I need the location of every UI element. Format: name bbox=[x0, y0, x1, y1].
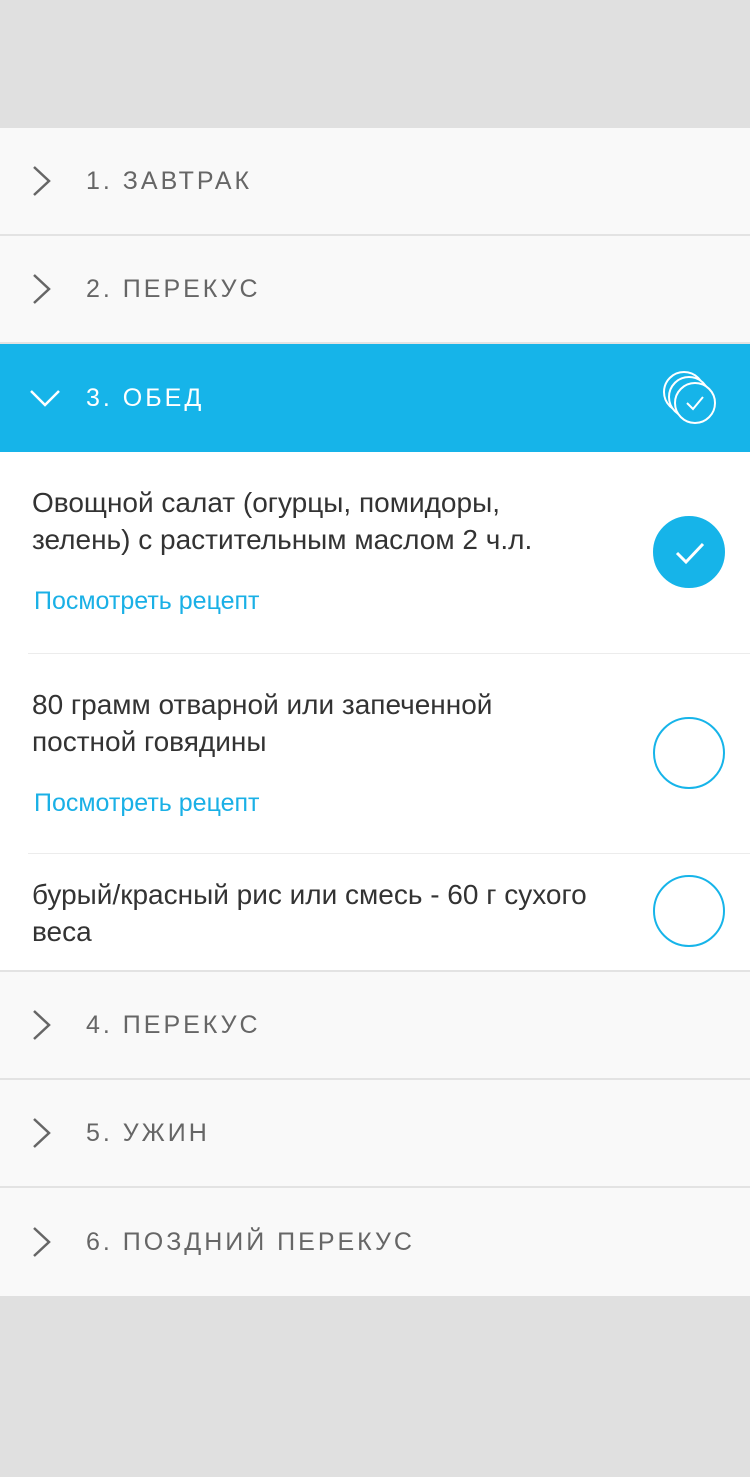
item-checkbox[interactable] bbox=[653, 516, 725, 588]
list-item: 80 грамм отварной или запеченной постной… bbox=[0, 654, 750, 854]
chevron-right-icon bbox=[33, 1227, 51, 1257]
item-checkbox[interactable] bbox=[653, 875, 725, 947]
section-lunch[interactable]: 3. ОБЕД bbox=[0, 344, 750, 452]
chevron-right-icon bbox=[33, 1010, 51, 1040]
item-text: 80 грамм отварной или запеченной постной… bbox=[32, 689, 493, 757]
recipe-link[interactable]: Посмотреть рецепт bbox=[34, 789, 260, 818]
list-item: Овощной салат (огурцы, помидоры, зелень)… bbox=[0, 452, 750, 654]
section-label: 4. ПЕРЕКУС bbox=[86, 1010, 261, 1039]
chevron-right-icon bbox=[33, 166, 51, 196]
multi-check-icon[interactable] bbox=[660, 370, 720, 426]
section-label: 1. ЗАВТРАК bbox=[86, 166, 253, 195]
section-breakfast[interactable]: 1. ЗАВТРАК bbox=[0, 128, 750, 236]
section-dinner[interactable]: 5. УЖИН bbox=[0, 1080, 750, 1188]
item-text: Овощной салат (огурцы, помидоры, зелень)… bbox=[32, 487, 533, 555]
item-text: бурый/красный рис или смесь - 60 г сухог… bbox=[32, 879, 587, 947]
chevron-down-icon bbox=[30, 390, 60, 407]
recipe-link[interactable]: Посмотреть рецепт bbox=[34, 587, 260, 616]
meal-plan-list: 1. ЗАВТРАК 2. ПЕРЕКУС 3. ОБЕД Овощной са… bbox=[0, 128, 750, 1296]
section-snack-2[interactable]: 4. ПЕРЕКУС bbox=[0, 972, 750, 1080]
check-icon bbox=[675, 542, 705, 565]
section-late-snack[interactable]: 6. ПОЗДНИЙ ПЕРЕКУС bbox=[0, 1188, 750, 1296]
chevron-right-icon bbox=[33, 274, 51, 304]
section-label: 3. ОБЕД bbox=[86, 383, 205, 412]
item-checkbox[interactable] bbox=[653, 717, 725, 789]
section-label: 2. ПЕРЕКУС bbox=[86, 274, 261, 303]
chevron-right-icon bbox=[33, 1118, 51, 1148]
section-label: 5. УЖИН bbox=[86, 1118, 210, 1147]
section-snack-1[interactable]: 2. ПЕРЕКУС bbox=[0, 236, 750, 344]
list-item: бурый/красный рис или смесь - 60 г сухог… bbox=[0, 854, 750, 970]
section-label: 6. ПОЗДНИЙ ПЕРЕКУС bbox=[86, 1227, 415, 1256]
